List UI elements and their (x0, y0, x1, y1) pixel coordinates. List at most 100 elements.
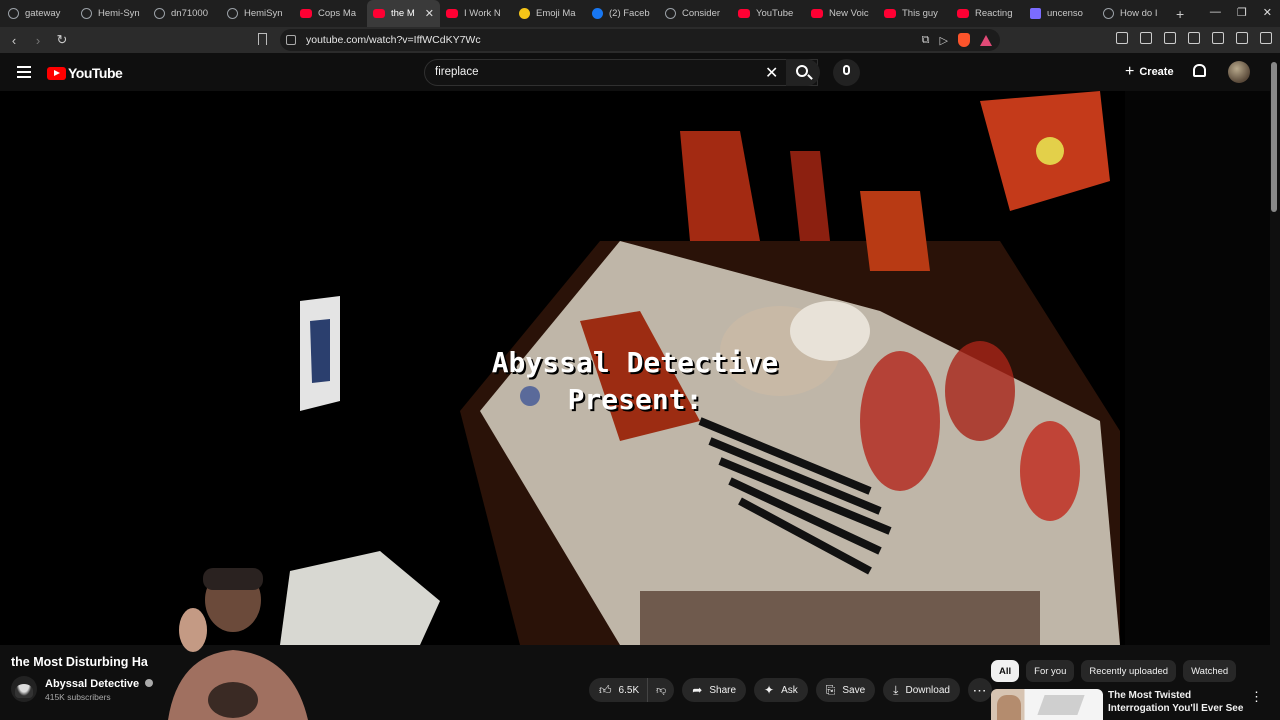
minimize-icon[interactable]: — (1210, 6, 1221, 19)
ask-button[interactable]: ✦ Ask (754, 678, 808, 702)
generic-icon (227, 8, 238, 19)
browser-tab[interactable]: dn71000 (148, 0, 221, 27)
address-row: ‹ › ↻ youtube.com/watch?v=IffWCdKY7Wc ⧉ … (0, 27, 1280, 53)
forward-icon[interactable]: › (28, 33, 48, 48)
guide-menu-icon[interactable] (17, 66, 31, 78)
dislike-button[interactable]: 👎︎ (648, 678, 675, 702)
youtube-icon (373, 9, 385, 18)
page-scrollbar[interactable] (1271, 62, 1277, 212)
youtube-icon (738, 9, 750, 18)
webcam-overlay-person (168, 568, 308, 720)
overlay-line-2: Present: (567, 383, 703, 416)
thumbs-up-icon: 👍︎ (599, 682, 612, 697)
generic-icon (665, 8, 676, 19)
browser-tab[interactable]: I Work N (440, 0, 513, 27)
generic-icon (1030, 8, 1041, 19)
new-tab-icon[interactable]: + (1176, 6, 1184, 22)
brave-shields-icon[interactable] (958, 33, 970, 47)
site-info-icon[interactable] (286, 35, 296, 45)
chip-all[interactable]: All (991, 660, 1020, 682)
wallet-icon[interactable] (1140, 32, 1152, 44)
youtube-header: YouTube fireplace ✕ + Create (0, 53, 1280, 91)
wallet2-icon[interactable] (1212, 32, 1224, 44)
address-bar[interactable]: youtube.com/watch?v=IffWCdKY7Wc ⧉ ▷ (280, 29, 1000, 51)
browser-tab[interactable]: Hemi-Syn (75, 0, 148, 27)
tab-title: uncenso (1047, 8, 1083, 19)
channel-name-row[interactable]: Abyssal Detective (45, 678, 154, 690)
browser-tab[interactable]: YouTube (732, 0, 805, 27)
address-bar-actions: ⧉ ▷ (922, 33, 992, 47)
browser-tab[interactable]: Reacting (951, 0, 1024, 27)
search-button[interactable] (786, 59, 820, 86)
tab-title: Cops Ma (318, 8, 357, 19)
create-button[interactable]: + Create (1117, 58, 1186, 86)
tab-title: dn71000 (171, 8, 208, 19)
tab-title: Hemi-Syn (98, 8, 140, 19)
browser-tab[interactable]: HemiSyn (221, 0, 294, 27)
leo-ai-icon[interactable] (1236, 32, 1248, 44)
brave-rewards-icon[interactable] (980, 34, 992, 46)
close-window-icon[interactable]: ✕ (1263, 6, 1272, 19)
notifications-icon[interactable] (1193, 64, 1206, 77)
open-external-icon[interactable]: ⧉ (922, 34, 930, 47)
facebook-icon (592, 8, 603, 19)
recommended-thumbnail[interactable] (991, 689, 1103, 720)
send-icon[interactable]: ▷ (940, 34, 948, 47)
more-horizontal-icon: ⋯ (972, 681, 988, 698)
microphone-icon (843, 65, 850, 75)
browser-tab[interactable]: Emoji Ma (513, 0, 586, 27)
sidebar-icon[interactable] (1188, 32, 1200, 44)
tab-title: (2) Faceb (609, 8, 650, 19)
browser-tab[interactable]: This guy (878, 0, 951, 27)
browser-tab[interactable]: Cops Ma (294, 0, 367, 27)
account-avatar[interactable] (1228, 61, 1250, 83)
media-icon[interactable] (1164, 32, 1176, 44)
chip-for-you[interactable]: For you (1026, 660, 1075, 682)
youtube-logo[interactable]: YouTube (47, 65, 123, 81)
download-button[interactable]: ⤓ Download (883, 678, 960, 702)
browser-tab[interactable]: New Voic (805, 0, 878, 27)
voice-search-button[interactable] (833, 59, 860, 86)
create-label: Create (1139, 66, 1174, 78)
clear-search-icon[interactable]: ✕ (765, 63, 778, 83)
video-actions: 👍︎ 6.5K 👎︎ ➦ Share ✦ Ask ⎘ Save ⤓ Downlo… (589, 678, 992, 702)
extensions-icon[interactable] (1116, 32, 1128, 44)
youtube-play-icon (47, 66, 66, 80)
share-button[interactable]: ➦ Share (682, 678, 747, 702)
reload-icon[interactable]: ↻ (52, 32, 72, 48)
save-button[interactable]: ⎘ Save (815, 678, 876, 702)
browser-tab[interactable]: How do I (1097, 0, 1170, 27)
browser-tab[interactable]: gateway (2, 0, 75, 27)
tab-title: Consider (682, 8, 721, 19)
like-button[interactable]: 👍︎ 6.5K (589, 678, 649, 702)
recommended-title[interactable]: The Most Twisted Interrogation You'll Ev… (1108, 689, 1248, 715)
tab-title: Emoji Ma (536, 8, 576, 19)
chip-recently-uploaded[interactable]: Recently uploaded (1081, 660, 1177, 682)
browser-toolbar-icons (1116, 32, 1272, 44)
chip-watched[interactable]: Watched (1183, 660, 1237, 682)
browser-tab[interactable]: Consider (659, 0, 732, 27)
menu-icon[interactable] (1260, 32, 1272, 44)
more-vertical-icon[interactable]: ⋮ (1250, 689, 1263, 705)
tab-title: YouTube (756, 8, 794, 19)
browser-tab[interactable]: (2) Faceb (586, 0, 659, 27)
generic-icon (154, 8, 165, 19)
generic-icon (81, 8, 92, 19)
close-tab-icon[interactable]: ✕ (425, 7, 434, 20)
browser-tab-strip: gateway Hemi-Syn dn71000 HemiSyn Cops Ma the … (0, 0, 1280, 27)
search-input[interactable]: fireplace ✕ (424, 59, 818, 86)
search-icon (796, 65, 808, 77)
maximize-icon[interactable]: ❐ (1237, 6, 1247, 19)
browser-tab[interactable]: uncenso (1024, 0, 1097, 27)
browser-tab[interactable]: the M ✕ (367, 0, 440, 27)
tab-title: gateway (25, 8, 61, 19)
channel-avatar[interactable] (11, 676, 37, 702)
more-actions-button[interactable]: ⋯ (967, 678, 992, 702)
bookmark-icon[interactable] (258, 33, 267, 45)
back-icon[interactable]: ‹ (4, 33, 24, 48)
tab-title: New Voic (829, 8, 869, 19)
recommended-video[interactable]: The Most Twisted Interrogation You'll Ev… (991, 689, 1280, 720)
share-label: Share (709, 684, 737, 696)
tab-title: Reacting (975, 8, 1013, 19)
ask-label: Ask (781, 684, 798, 696)
